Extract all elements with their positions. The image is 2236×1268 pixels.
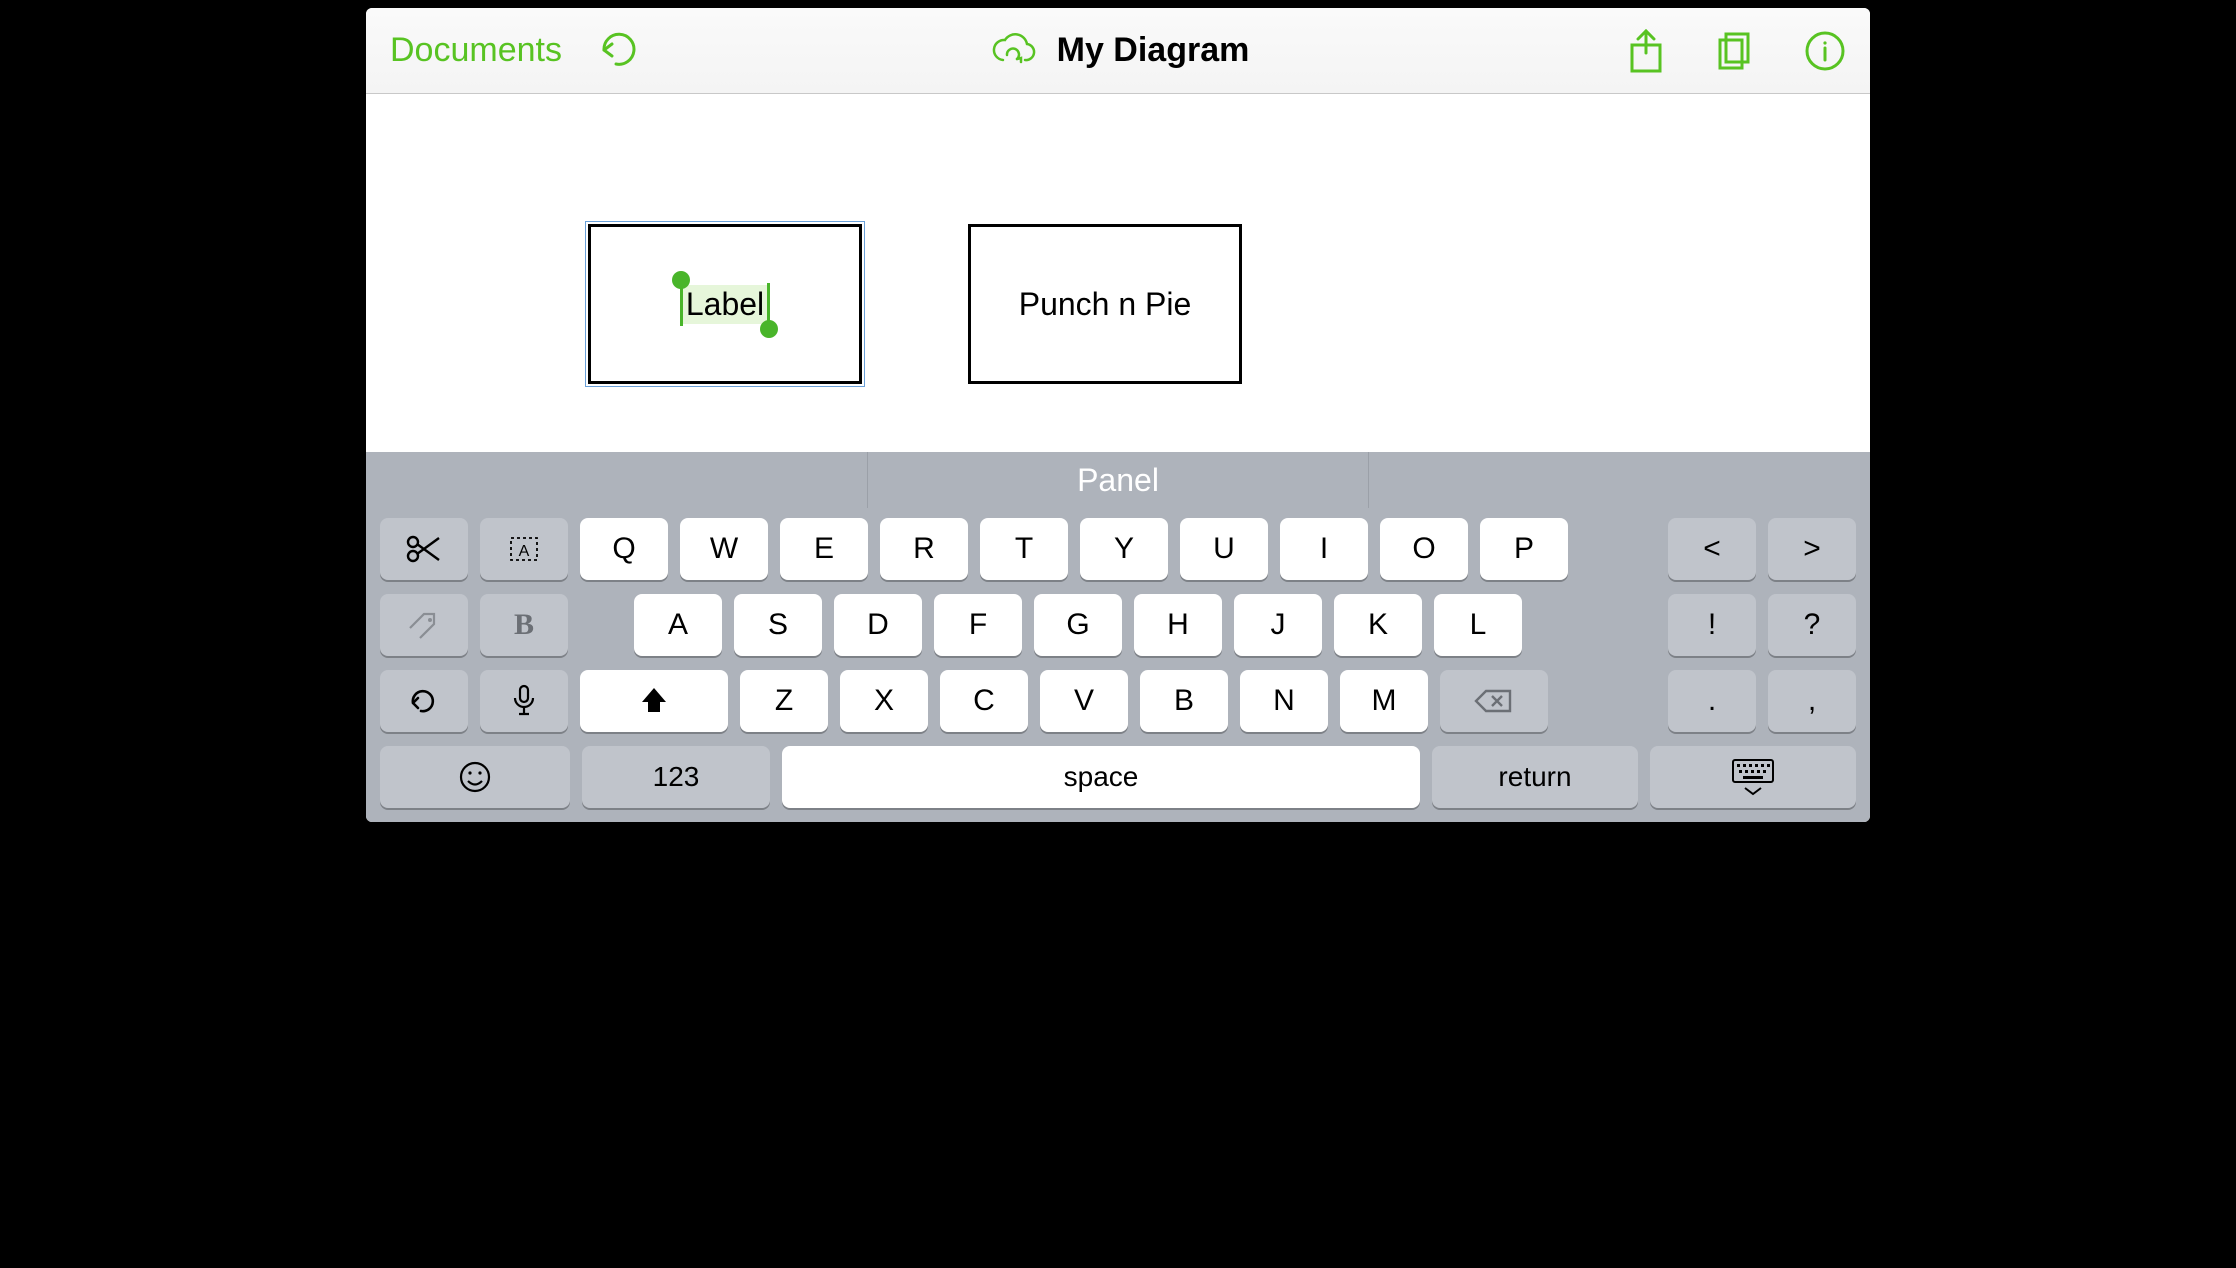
key-f[interactable]: F [934, 594, 1022, 656]
key-left-bracket[interactable]: < [1668, 518, 1756, 580]
toolbar-right [1486, 27, 1846, 75]
key-question[interactable]: ? [1768, 594, 1856, 656]
key-u[interactable]: U [1180, 518, 1268, 580]
key-row-1: A Q W E R T Y U I O P < > [380, 518, 1856, 580]
text-edit-selection[interactable]: Label [682, 285, 768, 324]
key-e[interactable]: E [780, 518, 868, 580]
svg-text:A: A [519, 543, 530, 560]
suggestion-slot[interactable] [1369, 452, 1870, 508]
toolbar-center: My Diagram [778, 30, 1458, 72]
key-period[interactable]: . [1668, 670, 1756, 732]
key-n[interactable]: N [1240, 670, 1328, 732]
backspace-icon [1474, 687, 1514, 715]
selection-handle-left[interactable] [680, 283, 683, 326]
shift-key[interactable] [580, 670, 728, 732]
undo-key[interactable] [380, 670, 468, 732]
key-row-4: 123 space return [380, 746, 1856, 808]
info-button[interactable] [1804, 30, 1846, 72]
emoji-icon [458, 760, 492, 794]
share-button[interactable] [1626, 27, 1666, 75]
select-all-key[interactable]: A [480, 518, 568, 580]
key-w[interactable]: W [680, 518, 768, 580]
info-icon [1804, 30, 1846, 72]
suggestion-bar: Panel [366, 452, 1870, 508]
toolbar: Documents My Diagram [366, 8, 1870, 94]
key-row-2: B A S D F G H J K L ! ? [380, 594, 1856, 656]
shift-icon [639, 686, 669, 716]
numbers-key[interactable]: 123 [582, 746, 770, 808]
backspace-key[interactable] [1440, 670, 1548, 732]
shape-rectangle[interactable]: Label [588, 224, 862, 384]
undo-button[interactable] [598, 30, 644, 72]
dismiss-keyboard-key[interactable] [1650, 746, 1856, 808]
key-t[interactable]: T [980, 518, 1068, 580]
key-i[interactable]: I [1280, 518, 1368, 580]
document-title: My Diagram [1057, 31, 1250, 70]
app-window: Documents My Diagram [358, 0, 1878, 830]
suggestion-slot[interactable]: Panel [868, 452, 1370, 508]
key-row-3: Z X C V B N M . , [380, 670, 1856, 732]
shape-rectangle[interactable]: Punch n Pie [968, 224, 1242, 384]
space-key[interactable]: space [782, 746, 1420, 808]
key-h[interactable]: H [1134, 594, 1222, 656]
keyboard: Panel A Q W [366, 452, 1870, 822]
key-b[interactable]: B [1140, 670, 1228, 732]
canvas[interactable]: Label Punch n Pie [366, 94, 1870, 452]
key-s[interactable]: S [734, 594, 822, 656]
selection-handle-start[interactable] [672, 271, 690, 289]
stack-icon [1712, 30, 1758, 72]
key-o[interactable]: O [1380, 518, 1468, 580]
keyboard-keys: A Q W E R T Y U I O P < > [366, 508, 1870, 822]
toolbar-left: Documents [390, 30, 750, 72]
key-q[interactable]: Q [580, 518, 668, 580]
cloud-sync-icon[interactable] [987, 30, 1039, 72]
dismiss-keyboard-icon [1729, 758, 1777, 796]
key-j[interactable]: J [1234, 594, 1322, 656]
cloud-icon [987, 30, 1039, 72]
key-v[interactable]: V [1040, 670, 1128, 732]
key-exclamation[interactable]: ! [1668, 594, 1756, 656]
key-l[interactable]: L [1434, 594, 1522, 656]
microphone-icon [511, 684, 537, 718]
format-key[interactable] [380, 594, 468, 656]
key-y[interactable]: Y [1080, 518, 1168, 580]
row-indent [580, 594, 622, 656]
select-text-icon: A [505, 534, 543, 564]
undo-icon [598, 30, 644, 72]
key-x[interactable]: X [840, 670, 928, 732]
key-m[interactable]: M [1340, 670, 1428, 732]
return-key[interactable]: return [1432, 746, 1638, 808]
key-c[interactable]: C [940, 670, 1028, 732]
undo-arrow-icon [407, 687, 441, 715]
key-p[interactable]: P [1480, 518, 1568, 580]
key-comma[interactable]: , [1768, 670, 1856, 732]
canvases-button[interactable] [1712, 30, 1758, 72]
key-k[interactable]: K [1334, 594, 1422, 656]
scissors-icon [405, 534, 443, 564]
selection-handle-end[interactable] [760, 320, 778, 338]
cut-key[interactable] [380, 518, 468, 580]
suggestion-slot[interactable] [366, 452, 868, 508]
tag-icon [406, 610, 442, 640]
key-z[interactable]: Z [740, 670, 828, 732]
bold-key[interactable]: B [480, 594, 568, 656]
share-icon [1626, 27, 1666, 75]
shape-label: Label [686, 286, 764, 322]
shape-label: Punch n Pie [1019, 286, 1192, 323]
key-d[interactable]: D [834, 594, 922, 656]
emoji-key[interactable] [380, 746, 570, 808]
key-r[interactable]: R [880, 518, 968, 580]
key-a[interactable]: A [634, 594, 722, 656]
key-g[interactable]: G [1034, 594, 1122, 656]
documents-button[interactable]: Documents [390, 31, 562, 70]
key-right-bracket[interactable]: > [1768, 518, 1856, 580]
dictation-key[interactable] [480, 670, 568, 732]
